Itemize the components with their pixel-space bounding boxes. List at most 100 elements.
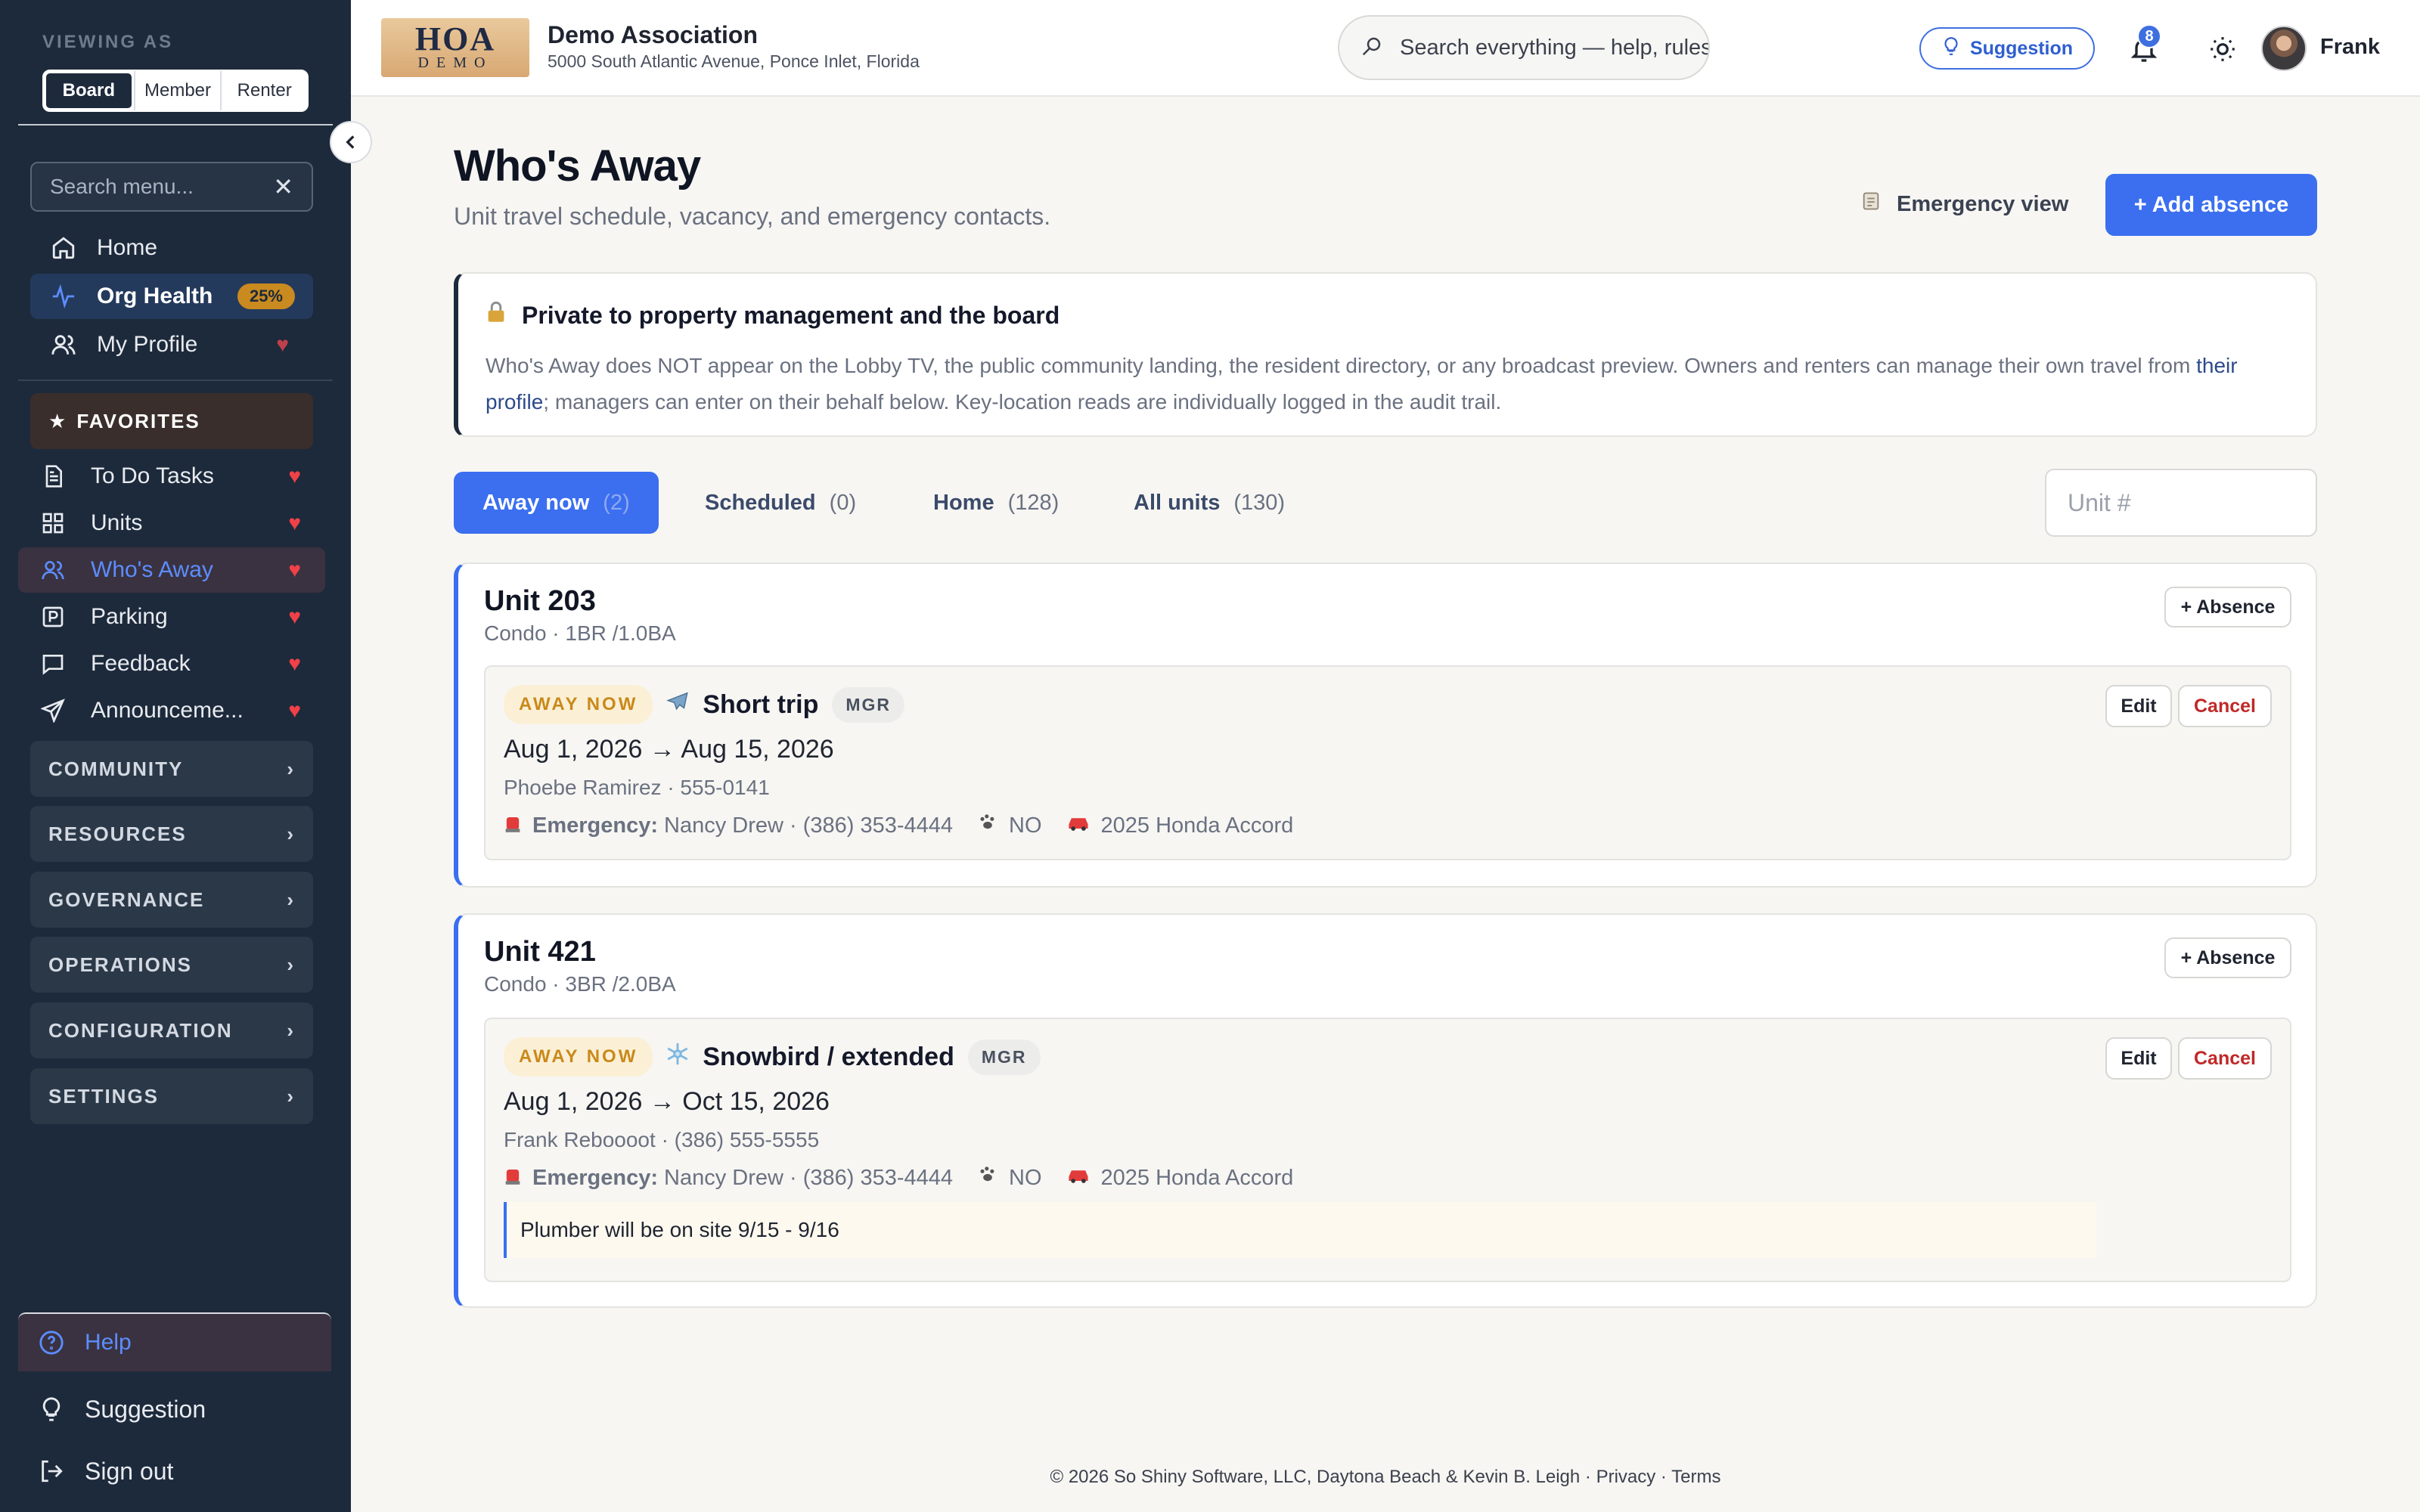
- group-label: OPERATIONS: [48, 953, 192, 976]
- fav-label: Feedback: [91, 651, 191, 676]
- nav-home[interactable]: Home: [30, 225, 313, 271]
- trip-type-label: Short trip: [703, 689, 819, 719]
- car-icon: [1066, 813, 1091, 838]
- avatar[interactable]: [2261, 26, 2307, 71]
- add-absence-button[interactable]: + Add absence: [2105, 174, 2317, 236]
- paw-icon: [977, 812, 998, 839]
- divider: [18, 124, 333, 125]
- absence-note: Plumber will be on site 9/15 - 9/16: [504, 1202, 2096, 1258]
- heart-icon[interactable]: ♥: [276, 333, 289, 357]
- vehicle-value: 2025 Honda Accord: [1100, 1165, 1294, 1190]
- menu-search-input[interactable]: Search menu... ✕: [30, 162, 313, 212]
- edit-absence-button[interactable]: Edit: [2105, 1037, 2172, 1080]
- favorites-label: FAVORITES: [76, 409, 200, 432]
- tab-all-units[interactable]: All units (130): [1134, 472, 1285, 534]
- theme-toggle-button[interactable]: [2204, 30, 2242, 68]
- tab-home[interactable]: Home (128): [933, 472, 1059, 534]
- emergency-view-link[interactable]: Emergency view: [1860, 189, 2068, 219]
- unit-filter-placeholder: Unit #: [2068, 488, 2131, 516]
- notice-title: Private to property management and the b…: [522, 301, 1060, 329]
- edit-absence-button[interactable]: Edit: [2105, 685, 2172, 727]
- heart-icon[interactable]: ♥: [288, 652, 301, 676]
- absence-contact: Phoebe Ramirez · 555-0141: [504, 776, 770, 799]
- group-resources[interactable]: RESOURCES ›: [30, 806, 313, 862]
- heart-icon[interactable]: ♥: [288, 558, 301, 582]
- chevron-right-icon: ›: [287, 757, 295, 780]
- cancel-absence-button[interactable]: Cancel: [2178, 1037, 2272, 1080]
- fav-feedback[interactable]: Feedback ♥: [18, 641, 325, 686]
- vehicle-value: 2025 Honda Accord: [1100, 813, 1294, 838]
- association-logo[interactable]: HOA DEMO: [381, 18, 529, 77]
- chevron-right-icon: ›: [287, 822, 295, 845]
- global-search-input[interactable]: Search everything — help, rules, docs, m…: [1338, 15, 1710, 80]
- clear-icon[interactable]: ✕: [273, 172, 293, 201]
- tab-away-now[interactable]: Away now (2): [454, 472, 659, 534]
- group-governance[interactable]: GOVERNANCE ›: [30, 872, 313, 928]
- logo-text-top: HOA: [414, 20, 496, 57]
- association-address: 5000 South Atlantic Avenue, Ponce Inlet,…: [548, 51, 920, 71]
- home-icon: [48, 233, 79, 263]
- pets-value: NO: [1009, 813, 1042, 838]
- add-unit-absence-button[interactable]: + Absence: [2164, 937, 2291, 978]
- chevron-right-icon: ›: [287, 1084, 295, 1108]
- manager-badge: MGR: [832, 686, 905, 723]
- search-icon: [1360, 35, 1383, 61]
- suggestion-button[interactable]: Suggestion: [1919, 27, 2095, 70]
- tab-count: (0): [829, 490, 857, 515]
- role-renter-button[interactable]: Renter: [220, 71, 307, 110]
- group-label: COMMUNITY: [48, 757, 184, 780]
- role-member-button[interactable]: Member: [133, 71, 221, 110]
- notification-count-badge: 8: [2137, 24, 2161, 48]
- users-icon: [38, 555, 68, 585]
- heart-icon[interactable]: ♥: [288, 699, 301, 723]
- fav-label: Who's Away: [91, 557, 213, 582]
- page-subtitle: Unit travel schedule, vacancy, and emerg…: [454, 203, 1051, 230]
- help-label: Help: [85, 1330, 132, 1355]
- unit-number-filter-input[interactable]: Unit #: [2045, 469, 2317, 537]
- fav-units[interactable]: Units ♥: [18, 500, 325, 546]
- cancel-absence-button[interactable]: Cancel: [2178, 685, 2272, 727]
- user-name[interactable]: Frank: [2320, 35, 2380, 60]
- heart-icon[interactable]: ♥: [288, 605, 301, 629]
- nav-org-health[interactable]: Org Health 25%: [30, 274, 313, 319]
- group-label: CONFIGURATION: [48, 1018, 233, 1042]
- sign-out-link[interactable]: Sign out: [36, 1448, 173, 1494]
- fav-whos-away[interactable]: Who's Away ♥: [18, 547, 325, 593]
- absence-dates: Aug 1, 2026 → Oct 15, 2026: [504, 1087, 830, 1116]
- fav-parking[interactable]: Parking ♥: [18, 594, 325, 640]
- sidebar-suggestion-link[interactable]: Suggestion: [36, 1387, 206, 1432]
- nav-my-profile-label: My Profile: [97, 332, 198, 357]
- association-name: Demo Association: [548, 21, 758, 48]
- org-health-badge: 25%: [237, 284, 295, 309]
- role-board-button[interactable]: Board: [44, 71, 134, 110]
- suggestion-button-label: Suggestion: [1969, 37, 2074, 59]
- unit-card: Unit 203 Condo · 1BR /1.0BA + Absence AW…: [454, 562, 2317, 888]
- group-community[interactable]: COMMUNITY ›: [30, 741, 313, 797]
- add-unit-absence-button[interactable]: + Absence: [2164, 587, 2291, 627]
- logo-text-bottom: DEMO: [417, 54, 493, 71]
- fav-label: To Do Tasks: [91, 463, 214, 488]
- chevron-left-icon: [346, 135, 355, 149]
- help-link[interactable]: Help: [18, 1312, 331, 1371]
- fav-announcements[interactable]: Announceme... ♥: [18, 688, 325, 733]
- unit-meta: Condo · 1BR /1.0BA: [484, 621, 676, 645]
- tab-label: Scheduled: [705, 490, 816, 515]
- role-switcher: Board Member Renter: [42, 70, 309, 112]
- group-operations[interactable]: OPERATIONS ›: [30, 937, 313, 993]
- emergency-view-label: Emergency view: [1897, 191, 2069, 216]
- nav-my-profile[interactable]: My Profile ♥: [30, 322, 313, 367]
- group-configuration[interactable]: CONFIGURATION ›: [30, 1002, 313, 1058]
- emergency-label: Emergency:: [532, 1165, 659, 1190]
- notice-body: Who's Away does NOT appear on the Lobby …: [486, 348, 2290, 420]
- fav-to-do-tasks[interactable]: To Do Tasks ♥: [18, 454, 325, 499]
- group-settings[interactable]: SETTINGS ›: [30, 1068, 313, 1124]
- absence-entry: AWAY NOW Short trip MGR Aug 1, 2026 → Au…: [484, 665, 2291, 860]
- heart-icon[interactable]: ♥: [288, 511, 301, 535]
- absence-entry: AWAY NOW Snowbird / extended MGR Aug 1, …: [484, 1018, 2291, 1282]
- tab-scheduled[interactable]: Scheduled (0): [705, 472, 856, 534]
- absence-header: AWAY NOW Short trip MGR: [504, 685, 905, 724]
- heart-icon[interactable]: ♥: [288, 464, 301, 488]
- collapse-sidebar-button[interactable]: [330, 121, 372, 163]
- help-circle-icon: [36, 1328, 67, 1358]
- snowflake-icon: [665, 1041, 690, 1074]
